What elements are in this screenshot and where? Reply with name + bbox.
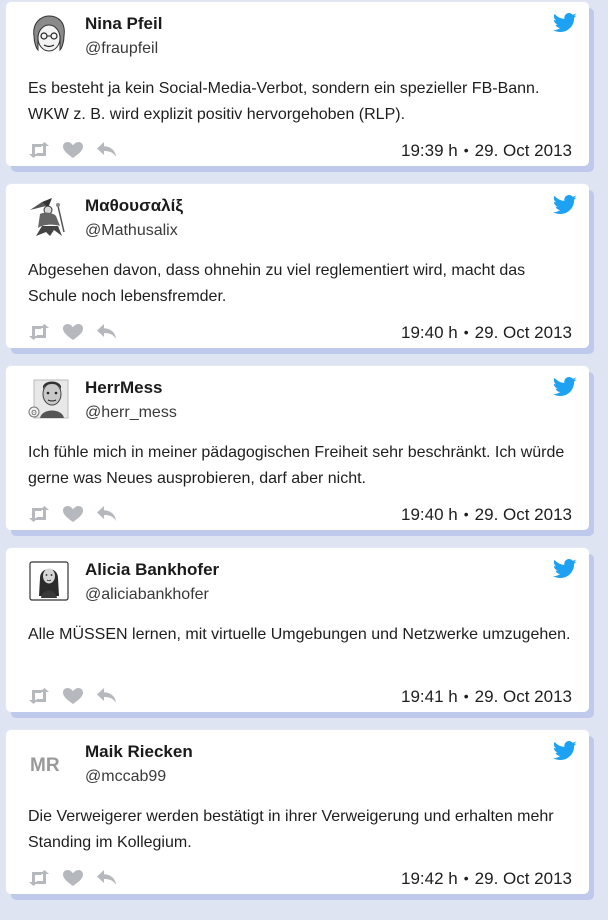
meta-separator: • — [463, 506, 469, 522]
tweet-actions — [28, 321, 118, 343]
wizard-figure-avatar-icon — [28, 196, 70, 238]
heart-icon[interactable] — [62, 869, 84, 887]
tweet-text: Die Verweigerer werden bestätigt in ihre… — [28, 808, 554, 851]
tweet-card: ʘ HerrMess @herr_mess Ich fühle mich in … — [6, 366, 589, 530]
tweet-actions — [28, 685, 118, 707]
tweet-date: 29. Oct 2013 — [474, 141, 572, 160]
avatar[interactable] — [28, 560, 70, 602]
retweet-icon[interactable] — [28, 687, 50, 705]
twitter-bird-icon[interactable] — [552, 741, 577, 761]
tweet-text: Abgesehen davon, dass ohnehin zu viel re… — [28, 262, 526, 305]
user-handle[interactable]: @mccab99 — [85, 768, 166, 786]
svg-text:ʘ: ʘ — [31, 409, 37, 417]
reply-icon[interactable] — [96, 687, 118, 705]
photo-portrait-avatar-icon — [29, 561, 69, 601]
tweet-timestamp[interactable]: 19:41 h • 29. Oct 2013 — [401, 687, 572, 707]
meta-separator: • — [463, 324, 469, 340]
retweet-icon[interactable] — [28, 323, 50, 341]
tweet-timestamp[interactable]: 19:39 h • 29. Oct 2013 — [401, 141, 572, 161]
cartoon-face-avatar-icon — [28, 14, 70, 56]
twitter-bird-icon[interactable] — [552, 13, 577, 33]
twitter-bird-icon[interactable] — [552, 377, 577, 397]
user-handle[interactable]: @Mathusalix — [85, 222, 178, 240]
tweet-text: Alle MÜSSEN lernen, mit virtuelle Umgebu… — [28, 626, 571, 643]
twitter-bird-icon[interactable] — [552, 559, 577, 579]
tweet-date: 29. Oct 2013 — [474, 323, 572, 342]
twitter-bird-icon[interactable] — [552, 195, 577, 215]
retweet-icon[interactable] — [28, 505, 50, 523]
mr-logo-avatar-icon: MR — [28, 742, 70, 784]
tweet-time: 19:41 h — [401, 687, 458, 706]
tweet-timestamp[interactable]: 19:40 h • 29. Oct 2013 — [401, 505, 572, 525]
tweet-card: Nina Pfeil @fraupfeil Es besteht ja kein… — [6, 2, 589, 166]
avatar[interactable] — [28, 196, 70, 238]
tweet-text: Es besteht ja kein Social-Media-Verbot, … — [28, 80, 540, 123]
reply-icon[interactable] — [96, 869, 118, 887]
caricature-portrait-avatar-icon: ʘ — [28, 379, 69, 419]
tweet-date: 29. Oct 2013 — [474, 869, 572, 888]
user-name[interactable]: Maik Riecken — [85, 742, 193, 762]
heart-icon[interactable] — [62, 323, 84, 341]
tweet-actions — [28, 139, 118, 161]
tweet-time: 19:42 h — [401, 869, 458, 888]
meta-separator: • — [463, 870, 469, 886]
heart-icon[interactable] — [62, 505, 84, 523]
reply-icon[interactable] — [96, 323, 118, 341]
user-handle[interactable]: @fraupfeil — [85, 40, 158, 58]
tweet-feed: Nina Pfeil @fraupfeil Es besteht ja kein… — [0, 0, 608, 920]
user-name[interactable]: Alicia Bankhofer — [85, 560, 219, 580]
tweet-timestamp[interactable]: 19:42 h • 29. Oct 2013 — [401, 869, 572, 889]
avatar[interactable]: MR — [28, 742, 70, 784]
tweet-actions — [28, 503, 118, 525]
tweet-timestamp[interactable]: 19:40 h • 29. Oct 2013 — [401, 323, 572, 343]
tweet-card: MR Maik Riecken @mccab99 Die Verweigerer… — [6, 730, 589, 894]
tweet-actions — [28, 867, 118, 889]
avatar[interactable]: ʘ — [28, 378, 70, 420]
heart-icon[interactable] — [62, 141, 84, 159]
avatar[interactable] — [28, 14, 70, 56]
meta-separator: • — [463, 688, 469, 704]
tweet-time: 19:40 h — [401, 505, 458, 524]
user-name[interactable]: Nina Pfeil — [85, 14, 162, 34]
user-name[interactable]: HerrMess — [85, 378, 163, 398]
reply-icon[interactable] — [96, 505, 118, 523]
tweet-text: Ich fühle mich in meiner pädagogischen F… — [28, 444, 565, 487]
user-handle[interactable]: @aliciabankhofer — [85, 586, 209, 604]
user-handle[interactable]: @herr_mess — [85, 404, 177, 422]
tweet-time: 19:39 h — [401, 141, 458, 160]
tweet-card: Alicia Bankhofer @aliciabankhofer Alle M… — [6, 548, 589, 712]
tweet-date: 29. Oct 2013 — [474, 687, 572, 706]
retweet-icon[interactable] — [28, 141, 50, 159]
tweet-date: 29. Oct 2013 — [474, 505, 572, 524]
user-name[interactable]: Μαθουσαλίξ — [85, 196, 183, 216]
heart-icon[interactable] — [62, 687, 84, 705]
svg-text:MR: MR — [30, 755, 60, 776]
tweet-time: 19:40 h — [401, 323, 458, 342]
tweet-card: Μαθουσαλίξ @Mathusalix Abgesehen davon, … — [6, 184, 589, 348]
reply-icon[interactable] — [96, 141, 118, 159]
meta-separator: • — [463, 142, 469, 158]
retweet-icon[interactable] — [28, 869, 50, 887]
